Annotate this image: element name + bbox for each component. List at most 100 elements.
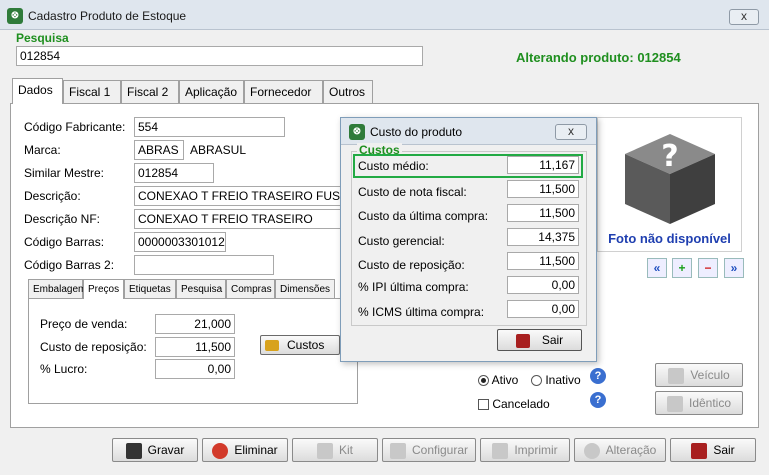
custo-dialog: ⊗ Custo do produto x Custos Custo médio:… xyxy=(340,117,597,362)
dialog-sair-button[interactable]: Sair xyxy=(497,329,582,351)
lucro-input[interactable]: 0,00 xyxy=(155,359,235,379)
custos-button[interactable]: Custos xyxy=(260,335,340,355)
marca-label: Marca: xyxy=(24,143,61,157)
custo-reposicao-dialog-input[interactable]: 11,500 xyxy=(507,252,579,270)
custo-reposicao-input[interactable]: 11,500 xyxy=(155,337,235,357)
gravar-label: Gravar xyxy=(147,443,185,457)
printer-icon xyxy=(492,442,509,459)
photo-frame: ? Foto não disponível xyxy=(597,117,742,252)
subtab-dimensoes[interactable]: Dimensões xyxy=(275,279,335,299)
ativo-label: Ativo xyxy=(491,373,519,387)
alteracao-button[interactable]: Alteração xyxy=(574,438,666,462)
descricao-nf-label: Descrição NF: xyxy=(24,212,101,226)
custo-medio-input[interactable]: 11,167 xyxy=(507,156,579,174)
eliminar-label: Eliminar xyxy=(234,443,278,457)
kit-label: Kit xyxy=(338,443,353,457)
icms-ultima-compra-input[interactable]: 0,00 xyxy=(507,300,579,318)
last-photo-button[interactable]: » xyxy=(724,258,744,278)
ipi-ultima-compra-input[interactable]: 0,00 xyxy=(507,276,579,294)
tab-aplicacao[interactable]: Aplicação xyxy=(179,80,244,103)
add-photo-button[interactable]: + xyxy=(672,258,692,278)
gravar-button[interactable]: Gravar xyxy=(112,438,198,462)
marca-input[interactable]: ABRAS xyxy=(134,140,184,160)
eliminar-button[interactable]: Eliminar xyxy=(202,438,288,462)
dialog-sair-label: Sair xyxy=(541,333,564,347)
exit-door-icon xyxy=(515,333,530,348)
search-label: Pesquisa xyxy=(16,31,69,45)
kit-icon xyxy=(316,442,333,459)
lucro-label: % Lucro: xyxy=(40,362,88,376)
custo-ultima-compra-input[interactable]: 11,500 xyxy=(507,204,579,222)
preco-venda-label: Preço de venda: xyxy=(40,317,128,331)
inativo-radio[interactable]: Inativo xyxy=(531,373,581,387)
photo-unavailable-text: Foto não disponível xyxy=(608,231,731,246)
codigo-barras-2-input[interactable] xyxy=(134,255,274,275)
dialog-close-button[interactable]: x xyxy=(555,124,587,140)
dialog-title: Custo do produto xyxy=(370,125,463,139)
money-icon xyxy=(265,340,279,352)
search-input[interactable]: 012854 xyxy=(16,46,423,66)
imprimir-button[interactable]: Imprimir xyxy=(480,438,570,462)
ipi-ultima-compra-label: % IPI última compra: xyxy=(358,280,469,294)
tab-fiscal-2[interactable]: Fiscal 2 xyxy=(121,80,179,103)
ativo-radio[interactable]: Ativo xyxy=(478,373,518,387)
subtab-compras[interactable]: Compras xyxy=(226,279,275,299)
sair-button[interactable]: Sair xyxy=(670,438,756,462)
close-button[interactable]: x xyxy=(729,9,759,25)
custo-gerencial-input[interactable]: 14,375 xyxy=(507,228,579,246)
help-icon[interactable]: ? xyxy=(590,392,606,408)
kit-button[interactable]: Kit xyxy=(292,438,378,462)
identico-label: Idêntico xyxy=(688,396,732,410)
codigo-barras-label: Código Barras: xyxy=(24,235,105,249)
codigo-barras-2-label: Código Barras 2: xyxy=(24,258,115,272)
custo-gerencial-label: Custo gerencial: xyxy=(358,234,445,248)
subtab-etiquetas[interactable]: Etiquetas xyxy=(124,279,176,299)
help-icon[interactable]: ? xyxy=(590,368,606,384)
preco-venda-input[interactable]: 21,000 xyxy=(155,314,235,334)
identico-button[interactable]: Idêntico xyxy=(655,391,743,415)
custo-nota-fiscal-input[interactable]: 11,500 xyxy=(507,180,579,198)
subtab-embalagem[interactable]: Embalagem xyxy=(28,279,86,299)
custo-nota-fiscal-label: Custo de nota fiscal: xyxy=(358,185,467,199)
descricao-label: Descrição: xyxy=(24,189,81,203)
tab-fornecedor[interactable]: Fornecedor xyxy=(244,80,323,103)
custo-reposicao-label: Custo de reposição: xyxy=(40,340,147,354)
tools-icon xyxy=(389,442,406,459)
remove-photo-button[interactable]: − xyxy=(698,258,718,278)
veiculo-button[interactable]: Veículo xyxy=(655,363,743,387)
configurar-button[interactable]: Configurar xyxy=(382,438,476,462)
descricao-nf-input[interactable]: CONEXAO T FREIO TRASEIRO xyxy=(134,209,354,229)
similar-mestre-input[interactable]: 012854 xyxy=(134,163,214,183)
custo-medio-label: Custo médio: xyxy=(358,159,429,173)
marca-name: ABRASUL xyxy=(190,143,247,157)
alteracao-label: Alteração xyxy=(605,443,657,457)
tab-fiscal-1[interactable]: Fiscal 1 xyxy=(63,80,121,103)
app-icon: ⊗ xyxy=(7,8,23,24)
duplicate-icon xyxy=(666,395,683,412)
icms-ultima-compra-label: % ICMS última compra: xyxy=(358,305,485,319)
codigo-barras-input[interactable]: 0000003301012 xyxy=(134,232,226,252)
subtab-pesquisa[interactable]: Pesquisa xyxy=(176,279,226,299)
descricao-input[interactable]: CONEXAO T FREIO TRASEIRO FUSCA xyxy=(134,186,354,206)
dialog-app-icon: ⊗ xyxy=(349,124,365,140)
codigo-fabricante-label: Código Fabricante: xyxy=(24,120,126,134)
similar-mestre-label: Similar Mestre: xyxy=(24,166,105,180)
delete-icon xyxy=(212,442,229,459)
window-title: Cadastro Produto de Estoque xyxy=(28,9,187,23)
subtab-precos[interactable]: Preços xyxy=(83,279,124,299)
cancelado-checkbox[interactable]: Cancelado xyxy=(478,397,550,411)
custo-reposicao-dialog-label: Custo de reposição: xyxy=(358,258,465,272)
question-cube-icon: ? xyxy=(625,134,715,224)
car-icon xyxy=(668,367,685,384)
save-icon xyxy=(125,442,142,459)
inativo-label: Inativo xyxy=(545,373,581,387)
configurar-label: Configurar xyxy=(411,443,469,457)
codigo-fabricante-input[interactable]: 554 xyxy=(134,117,285,137)
tab-dados[interactable]: Dados xyxy=(12,78,63,104)
tab-outros[interactable]: Outros xyxy=(323,80,373,103)
imprimir-label: Imprimir xyxy=(514,443,558,457)
first-photo-button[interactable]: « xyxy=(647,258,667,278)
veiculo-label: Veículo xyxy=(690,368,730,382)
exit-door-icon xyxy=(691,442,708,459)
status-message: Alterando produto: 012854 xyxy=(516,50,681,65)
